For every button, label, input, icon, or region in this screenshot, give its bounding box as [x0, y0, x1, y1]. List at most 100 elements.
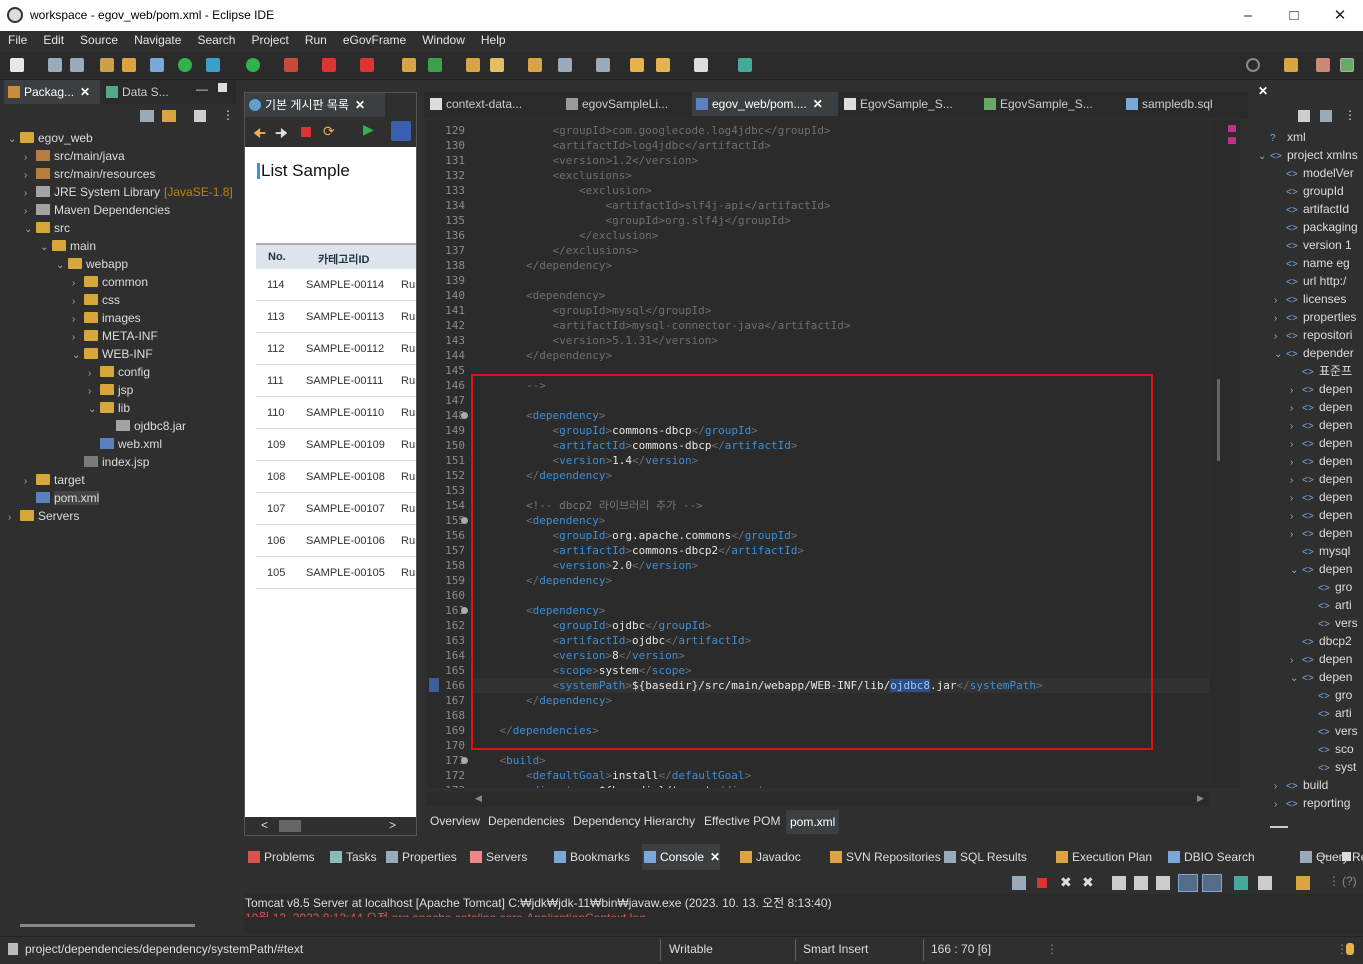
chevron-down-icon[interactable]: ⌄ [1290, 562, 1302, 578]
tree-item[interactable]: web.xml [88, 435, 162, 453]
page-dependency-hierarchy[interactable]: Dependency Hierarchy [573, 814, 695, 828]
xml-editor[interactable]: 129 130 131 132 133 134 135 136 137 138 139 140 141 1… [427, 119, 1209, 788]
minimize-view-icon[interactable] [1270, 826, 1288, 828]
back-icon[interactable] [656, 58, 670, 72]
outline-item[interactable]: <> name eg [1274, 254, 1363, 272]
code-line[interactable]: </dependency> [473, 693, 612, 708]
tree-item[interactable]: ⌄ src [24, 219, 70, 237]
console-output[interactable]: Tomcat v8.5 Server at localhost [Apache … [244, 894, 1363, 934]
outline-item[interactable]: <> artifactId [1274, 200, 1363, 218]
refresh-icon[interactable] [428, 58, 442, 72]
tab-javadoc[interactable]: Javadoc [738, 844, 801, 870]
forward-icon[interactable] [694, 58, 708, 72]
minimize-button[interactable]: – [1225, 0, 1271, 31]
word-wrap-icon[interactable] [1156, 876, 1170, 890]
tree-item[interactable]: pom.xml [24, 489, 100, 507]
outline-item[interactable]: › <> depen [1290, 452, 1363, 470]
scroll-right-icon[interactable]: > [389, 818, 396, 832]
outline-item[interactable]: › <> properties [1274, 308, 1363, 326]
scroll-thumb[interactable] [279, 820, 301, 832]
fold-toggle-icon[interactable] [461, 412, 468, 419]
code-line[interactable]: <build> [473, 753, 546, 768]
tab-svn-repositories[interactable]: SVN Repositories [828, 844, 941, 870]
tab-egov-sample-s2[interactable]: EgovSample_S... [980, 92, 1120, 116]
back-arrow-icon[interactable]: 🠈 [253, 123, 266, 147]
chevron-right-icon[interactable]: › [1290, 400, 1302, 416]
search-open-icon[interactable] [528, 58, 542, 72]
show-stdout-icon[interactable] [1178, 874, 1198, 892]
external-tools-icon[interactable] [360, 58, 374, 72]
open-type-icon[interactable] [466, 58, 480, 72]
outline-item[interactable]: <> groupId [1274, 182, 1363, 200]
menu-navigate[interactable]: Navigate [126, 31, 189, 47]
tab-context-data[interactable]: context-data... [426, 92, 560, 116]
fold-toggle-icon[interactable] [461, 607, 468, 614]
outline-item[interactable]: ⌄ <> project xmlns [1258, 146, 1363, 164]
table-row[interactable]: 105 SAMPLE-00105 Ru [256, 557, 416, 589]
lightbulb-icon[interactable] [1346, 943, 1354, 955]
table-row[interactable]: 107 SAMPLE-00107 Ru [256, 493, 416, 525]
code-line[interactable]: <dependency> [473, 603, 605, 618]
tab-bookmarks[interactable]: Bookmarks [552, 844, 630, 870]
last-edit-icon[interactable] [630, 58, 644, 72]
view-menu-icon[interactable]: ⋮ [222, 108, 234, 122]
code-line[interactable]: <version>1.4</version> [473, 453, 698, 468]
open-task-icon[interactable] [122, 58, 136, 72]
outline-item[interactable]: ⌄ <> depen [1290, 560, 1363, 578]
menu-edit[interactable]: Edit [35, 31, 72, 47]
tree-item[interactable]: › META-INF [72, 327, 158, 345]
chevron-down-icon[interactable]: ⌄ [88, 401, 100, 419]
chevron-right-icon[interactable]: › [1274, 796, 1286, 812]
code-line[interactable]: </dependency> [473, 258, 612, 273]
tab-egov-sample-list[interactable]: egovSampleLi... [562, 92, 690, 116]
outline-item[interactable]: › <> depen [1290, 524, 1363, 542]
outline-item[interactable]: <> mysql [1290, 542, 1363, 560]
tab-sql-results[interactable]: SQL Results [942, 844, 1027, 870]
close-window-button[interactable]: ✕ [1317, 0, 1363, 31]
tree-item[interactable]: › images [72, 309, 141, 327]
editor-hscroll[interactable]: ◀ ▶ [427, 792, 1209, 806]
outline-item[interactable]: <> arti [1306, 704, 1363, 722]
pin-editor-icon[interactable] [738, 58, 752, 72]
tree-item[interactable]: › Servers [8, 507, 79, 525]
tree-item[interactable]: › src/main/java [24, 147, 125, 165]
search-icon[interactable] [1246, 58, 1260, 72]
menu-egovframe[interactable]: eGovFrame [335, 31, 414, 47]
tab-board-list[interactable]: 기본 게시판 목록 ✕ [245, 93, 385, 117]
outline-item[interactable]: ? xml [1258, 128, 1363, 146]
menu-file[interactable]: File [0, 31, 35, 47]
chevron-right-icon[interactable]: › [1290, 418, 1302, 434]
debug-icon[interactable] [206, 58, 220, 72]
refresh-page-icon[interactable]: ⟳ [323, 123, 335, 140]
code-line[interactable]: <groupId>com.googlecode.log4jdbc</groupI… [473, 123, 830, 138]
chevron-right-icon[interactable]: › [1290, 472, 1302, 488]
outline-item[interactable]: <> version 1 [1274, 236, 1363, 254]
chevron-right-icon[interactable]: › [1290, 508, 1302, 524]
new-icon[interactable] [10, 58, 24, 72]
chevron-right-icon[interactable]: › [1274, 778, 1286, 794]
chevron-right-icon[interactable]: › [1274, 292, 1286, 308]
code-line[interactable]: <dependency> [473, 513, 605, 528]
tab-servers[interactable]: Servers [468, 844, 527, 870]
restart-icon[interactable] [1012, 876, 1026, 890]
collapse-all-icon[interactable] [140, 110, 154, 122]
code-line[interactable]: </exclusions> [473, 243, 638, 258]
code-line[interactable]: <version>2.0</version> [473, 558, 698, 573]
page-effective-pom[interactable]: Effective POM [704, 814, 780, 828]
chevron-right-icon[interactable]: › [1274, 328, 1286, 344]
status-menu-icon[interactable]: ⋮ [1046, 942, 1058, 956]
outline-item[interactable]: <> syst [1306, 758, 1363, 776]
pin-console-icon[interactable] [1234, 876, 1248, 890]
code-line[interactable]: <artifactId>commons-dbcp</artifactId> [473, 438, 797, 453]
outline-item[interactable]: › <> depen [1290, 488, 1363, 506]
remove-launch-icon[interactable]: ✖ [1060, 874, 1072, 891]
open-console-icon[interactable] [1296, 876, 1310, 890]
display-console-icon[interactable] [1258, 876, 1272, 890]
tab-package-explorer[interactable]: Packag... ✕ [4, 80, 100, 104]
tree-item[interactable]: ⌄ main [40, 237, 96, 255]
page-dependencies[interactable]: Dependencies [488, 814, 565, 828]
outline-item[interactable]: › <> depen [1290, 416, 1363, 434]
tab-egov-sample-s1[interactable]: EgovSample_S... [840, 92, 978, 116]
go-icon[interactable]: ▶ [363, 121, 374, 138]
outline-item[interactable]: › <> depen [1290, 434, 1363, 452]
